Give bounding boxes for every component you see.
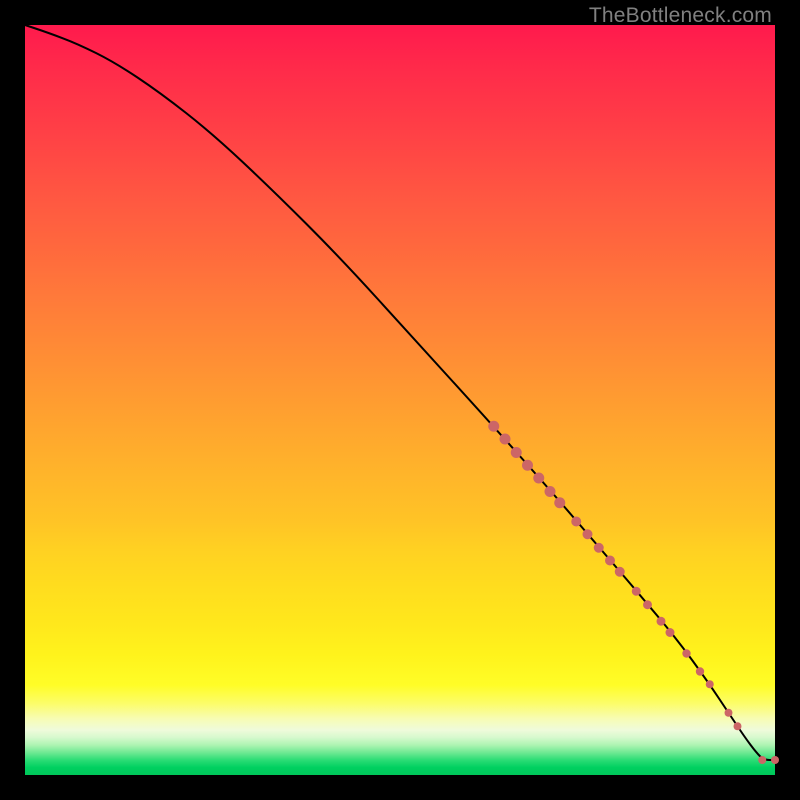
data-marker	[657, 617, 666, 626]
data-marker	[758, 756, 766, 764]
data-marker	[571, 517, 581, 527]
data-marker	[488, 421, 499, 432]
data-marker	[594, 543, 604, 553]
data-marker	[771, 756, 779, 764]
attribution-text: TheBottleneck.com	[589, 4, 772, 28]
data-marker	[522, 460, 533, 471]
data-marker	[632, 587, 641, 596]
data-marker	[682, 649, 690, 657]
data-marker	[706, 680, 714, 688]
data-marker	[734, 722, 742, 730]
markers-group	[488, 421, 779, 764]
data-marker	[554, 497, 565, 508]
data-marker	[605, 556, 615, 566]
data-marker	[511, 447, 522, 458]
data-marker	[500, 434, 511, 445]
chart-frame: TheBottleneck.com	[0, 0, 800, 800]
chart-overlay	[25, 25, 775, 775]
data-marker	[533, 473, 544, 484]
data-marker	[643, 600, 652, 609]
data-marker	[545, 486, 556, 497]
data-marker	[725, 709, 733, 717]
data-marker	[696, 667, 704, 675]
data-marker	[615, 567, 625, 577]
data-marker	[666, 628, 675, 637]
curve-line	[25, 25, 775, 760]
data-marker	[583, 529, 593, 539]
